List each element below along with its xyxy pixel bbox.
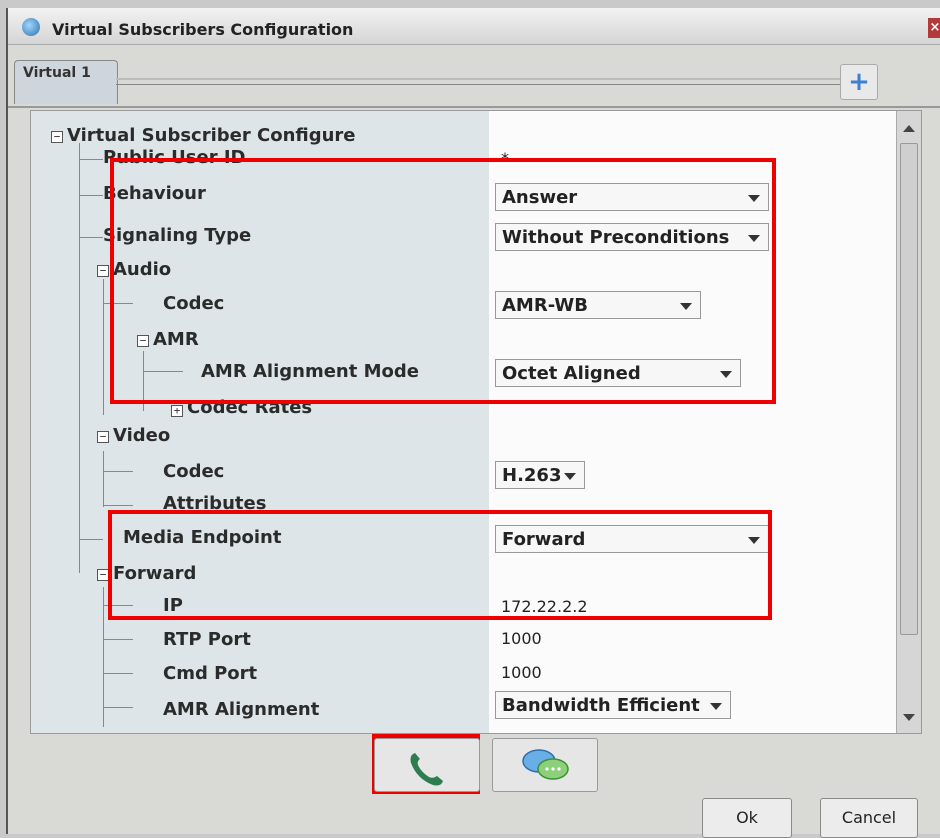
tab-divider [116,78,844,85]
scroll-thumb[interactable] [900,143,918,635]
collapse-toggle[interactable]: − [51,131,63,143]
tab-bar: Virtual 1 + [8,52,940,108]
property-tree-panel: − Virtual Subscriber Configure Public Us… [30,110,922,734]
chevron-down-icon [748,195,760,202]
expand-toggle[interactable]: + [171,405,183,417]
vertical-scrollbar[interactable] [896,111,921,733]
behaviour-value: Answer [502,187,578,208]
ip-label: IP [163,595,183,616]
chevron-down-icon [748,537,760,544]
chevron-down-icon [710,703,722,710]
collapse-toggle[interactable]: − [97,569,109,581]
collapse-toggle[interactable]: − [97,431,109,443]
tree-line [103,505,133,506]
tree-line [103,707,133,708]
video-codec-value: H.263 [502,465,562,486]
forward-label: Forward [113,563,197,584]
cancel-button[interactable]: Cancel [820,798,918,838]
tree-line [103,303,133,304]
audio-label: Audio [113,259,172,280]
ip-value[interactable]: 172.22.2.2 [501,597,588,616]
public-user-id-label: Public User ID [103,147,246,168]
tree-line [103,605,133,606]
cmd-port-label: Cmd Port [163,663,258,684]
tree-line [103,639,133,640]
app-icon [22,18,40,36]
scroll-up-icon[interactable] [903,125,915,132]
window-title: Virtual Subscribers Configuration [52,20,354,39]
chevron-down-icon [564,473,576,480]
phone-icon [410,753,443,786]
amr-alignment-mode-value: Octet Aligned [502,363,641,384]
amr-alignment-value: Bandwidth Efficient [502,695,700,716]
tab-virtual-1[interactable]: Virtual 1 [14,60,118,104]
tree-line [103,471,133,472]
tree-line [143,351,144,411]
media-endpoint-label: Media Endpoint [123,527,282,548]
amr-alignment-select[interactable]: Bandwidth Efficient [495,691,731,719]
label-column [31,111,489,733]
amr-label: AMR [153,329,199,350]
tree-line [79,539,103,540]
signaling-type-value: Without Preconditions [502,227,730,248]
tree-line [79,195,103,196]
collapse-toggle[interactable]: − [137,335,149,347]
collapse-toggle[interactable]: − [97,265,109,277]
chat-bubbles-icon [522,749,569,780]
tree-line [103,451,104,507]
chat-button[interactable] [492,738,598,792]
media-endpoint-value: Forward [502,529,586,550]
chevron-down-icon [748,235,760,242]
signaling-type-label: Signaling Type [103,225,252,246]
audio-codec-value: AMR-WB [502,295,588,316]
amr-alignment-mode-select[interactable]: Octet Aligned [495,359,741,387]
rtp-port-value[interactable]: 1000 [501,629,542,648]
scroll-down-icon[interactable] [903,714,915,721]
tree-root-label: Virtual Subscriber Configure [67,125,356,146]
ok-button[interactable]: Ok [702,798,792,838]
tree-line [79,159,103,160]
video-codec-label: Codec [163,461,225,482]
tree-line [103,587,104,727]
amr-alignment-mode-label: AMR Alignment Mode [201,361,419,382]
public-user-id-value[interactable]: * [501,149,509,168]
audio-codec-select[interactable]: AMR-WB [495,291,701,319]
amr-alignment-label: AMR Alignment [163,699,320,720]
chevron-down-icon [680,303,692,310]
call-button[interactable] [374,738,480,792]
plus-icon: + [848,67,870,97]
close-icon[interactable]: × [928,18,940,38]
media-endpoint-select[interactable]: Forward [495,525,769,553]
tree-line [103,279,104,415]
tree-line [79,143,80,573]
behaviour-label: Behaviour [103,183,206,204]
video-label: Video [113,425,171,446]
tree-line [143,371,183,372]
rtp-port-label: RTP Port [163,629,251,650]
tree-line [79,237,103,238]
chevron-down-icon [720,371,732,378]
title-bar[interactable]: Virtual Subscribers Configuration × [8,8,940,45]
behaviour-select[interactable]: Answer [495,183,769,211]
signaling-type-select[interactable]: Without Preconditions [495,223,769,251]
cmd-port-value[interactable]: 1000 [501,663,542,682]
attributes-label: Attributes [163,493,267,514]
add-tab-button[interactable]: + [840,64,878,100]
tree-line [103,673,133,674]
config-dialog: Virtual Subscribers Configuration × Virt… [6,8,940,838]
codec-rates-label: Codec Rates [187,397,313,418]
video-codec-select[interactable]: H.263 [495,461,585,489]
audio-codec-label: Codec [163,293,225,314]
